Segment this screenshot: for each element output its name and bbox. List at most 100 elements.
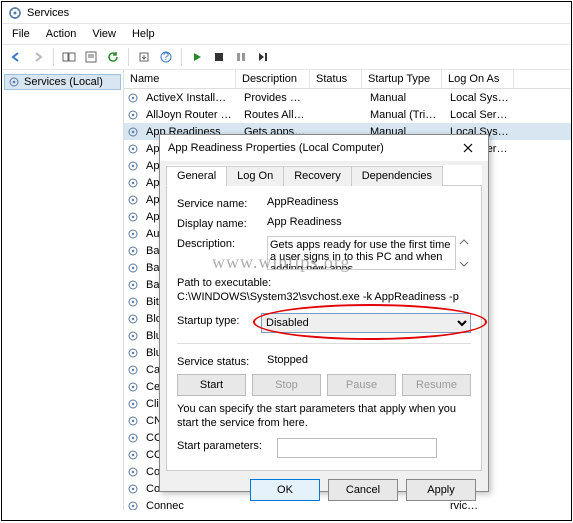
gear-icon: [126, 211, 140, 223]
label-startup: Startup type:: [177, 313, 253, 327]
value-description[interactable]: Gets apps ready for use the first time a…: [267, 236, 456, 270]
table-row[interactable]: AllJoyn Router ServiceRoutes AllJo… Manua…: [124, 106, 571, 123]
gear-icon: [126, 109, 140, 121]
label-display-name: Display name:: [177, 216, 259, 230]
params-note: You can specify the start parameters tha…: [177, 402, 471, 431]
svg-text:?: ?: [163, 51, 169, 63]
properties-dialog: App Readiness Properties (Local Computer…: [159, 134, 489, 492]
titlebar: Services: [2, 2, 571, 24]
gear-icon: [126, 296, 140, 308]
refresh-icon[interactable]: [103, 47, 123, 67]
services-icon: [8, 6, 22, 20]
restart-service-icon[interactable]: [253, 47, 273, 67]
scroll-up-icon[interactable]: [458, 236, 471, 248]
gear-icon: [126, 483, 140, 495]
pause-button: Pause: [327, 374, 396, 396]
gear-icon: [126, 466, 140, 478]
cell-logon: Local Syste…: [444, 92, 516, 104]
start-service-icon[interactable]: [187, 47, 207, 67]
value-path: C:\WINDOWS\System32\svchost.exe -k AppRe…: [177, 290, 471, 304]
cancel-button[interactable]: Cancel: [328, 479, 398, 501]
gear-icon: [126, 245, 140, 257]
tree-root[interactable]: Services (Local): [4, 74, 121, 90]
gear-icon: [126, 194, 140, 206]
gear-icon: [126, 279, 140, 291]
gear-icon: [126, 126, 140, 138]
startup-type-select[interactable]: Disabled: [261, 313, 471, 333]
tab-logon[interactable]: Log On: [226, 166, 284, 186]
services-window: Services File Action View Help ? Service…: [1, 1, 572, 521]
label-status: Service status:: [177, 354, 259, 368]
menu-action[interactable]: Action: [40, 26, 83, 42]
tab-body-general: Service name: AppReadiness Display name:…: [166, 186, 482, 471]
label-service-name: Service name:: [177, 196, 259, 210]
gear-icon: [126, 160, 140, 172]
value-status: Stopped: [267, 354, 471, 366]
gear-icon: [126, 364, 140, 376]
back-icon[interactable]: [6, 47, 26, 67]
forward-icon: [28, 47, 48, 67]
menu-file[interactable]: File: [6, 26, 36, 42]
resume-button: Resume: [402, 374, 471, 396]
dialog-title: App Readiness Properties (Local Computer…: [168, 142, 384, 154]
tree-pane: Services (Local): [2, 70, 124, 510]
col-description[interactable]: Description: [236, 70, 310, 88]
menubar: File Action View Help: [2, 24, 571, 44]
gear-icon: [126, 449, 140, 461]
tab-recovery[interactable]: Recovery: [283, 166, 351, 186]
value-service-name: AppReadiness: [267, 196, 471, 208]
gear-icon: [126, 262, 140, 274]
col-startup[interactable]: Startup Type: [362, 70, 442, 88]
pause-service-icon: [231, 47, 251, 67]
col-name[interactable]: Name: [124, 70, 236, 88]
gear-icon: [126, 398, 140, 410]
menu-help[interactable]: Help: [126, 26, 161, 42]
menu-view[interactable]: View: [86, 26, 122, 42]
start-parameters-input[interactable]: [277, 438, 437, 458]
tree-root-label: Services (Local): [24, 76, 103, 88]
cell-desc: Provides Us…: [238, 92, 312, 104]
cell-name: AllJoyn Router Service: [140, 109, 238, 121]
show-hide-icon[interactable]: [59, 47, 79, 67]
gear-icon: [126, 347, 140, 359]
dialog-button-row: OK Cancel Apply: [160, 471, 488, 509]
table-row[interactable]: ActiveX Installer (AxInstSV)Provides Us……: [124, 89, 571, 106]
gear-icon: [126, 381, 140, 393]
scroll-down-icon[interactable]: [458, 258, 471, 270]
col-logon[interactable]: Log On As: [442, 70, 514, 88]
cell-desc: Routes AllJo…: [238, 109, 312, 121]
label-description: Description:: [177, 236, 259, 250]
stop-button: Stop: [252, 374, 321, 396]
gear-icon: [126, 330, 140, 342]
toolbar: ?: [2, 44, 571, 70]
gear-icon: [126, 415, 140, 427]
value-display-name: App Readiness: [267, 216, 471, 228]
ok-button[interactable]: OK: [250, 479, 320, 501]
cell-startup: Manual (Trig…: [364, 109, 444, 121]
cell-startup: Manual: [364, 92, 444, 104]
gear-icon: [126, 432, 140, 444]
cell-name: ActiveX Installer (AxInstSV): [140, 92, 238, 104]
cell-logon: Local Servic…: [444, 109, 516, 121]
help-icon[interactable]: ?: [156, 47, 176, 67]
dialog-tabs: General Log On Recovery Dependencies: [166, 165, 482, 186]
stop-service-icon[interactable]: [209, 47, 229, 67]
gear-icon: [126, 500, 140, 511]
apply-button[interactable]: Apply: [406, 479, 476, 501]
label-path: Path to executable:: [177, 276, 471, 290]
tab-general[interactable]: General: [166, 166, 227, 186]
start-button[interactable]: Start: [177, 374, 246, 396]
export-icon[interactable]: [134, 47, 154, 67]
services-icon: [8, 76, 20, 88]
close-icon[interactable]: [456, 138, 480, 158]
dialog-titlebar: App Readiness Properties (Local Computer…: [160, 135, 488, 161]
label-params: Start parameters:: [177, 438, 269, 452]
gear-icon: [126, 143, 140, 155]
gear-icon: [126, 228, 140, 240]
gear-icon: [126, 313, 140, 325]
tab-dependencies[interactable]: Dependencies: [351, 166, 443, 186]
window-title: Services: [27, 7, 69, 19]
properties-icon[interactable]: [81, 47, 101, 67]
gear-icon: [126, 92, 140, 104]
col-status[interactable]: Status: [310, 70, 362, 88]
